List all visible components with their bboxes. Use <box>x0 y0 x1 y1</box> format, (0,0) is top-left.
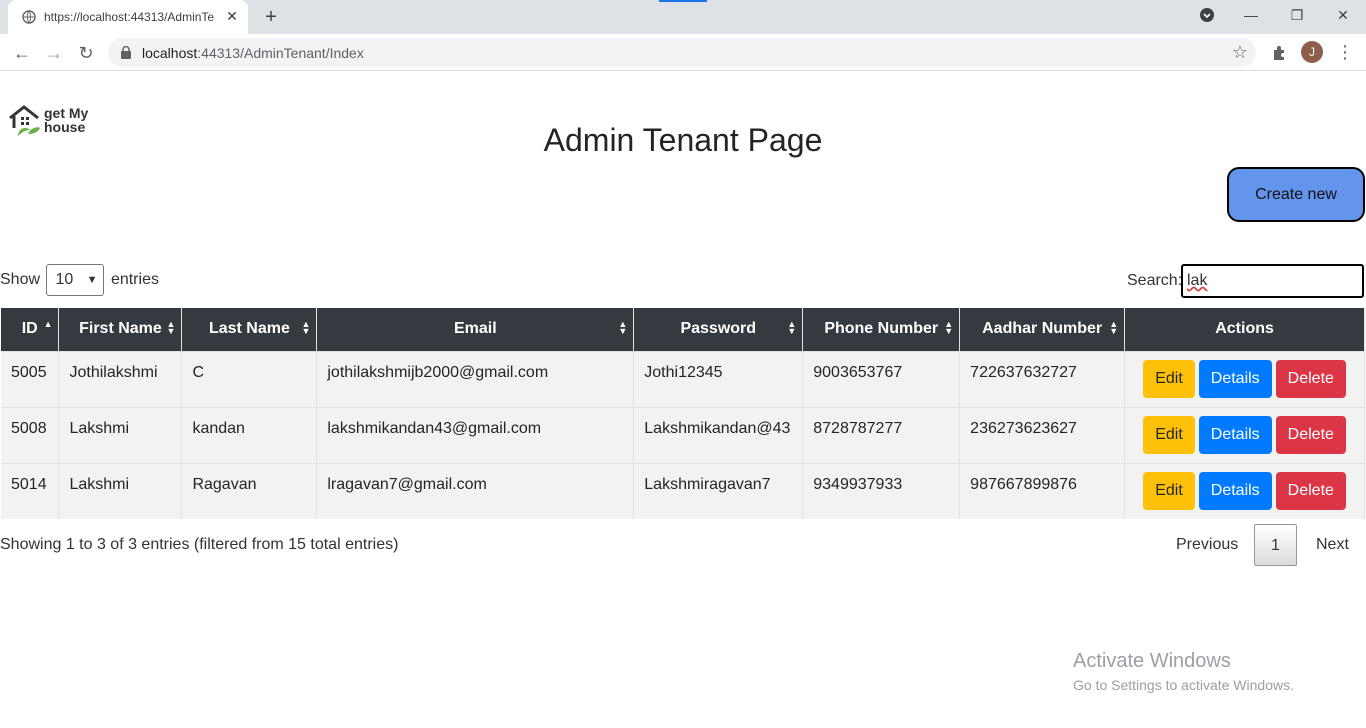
column-header-email[interactable]: Email ▲ ▼ <box>316 308 635 351</box>
cell-id: 5014 <box>1 462 60 519</box>
watermark-title: Activate Windows <box>1073 650 1231 672</box>
entries-select[interactable]: 10 ▼ <box>46 264 105 296</box>
table-info: Showing 1 to 3 of 3 entries (filtered fr… <box>0 536 399 553</box>
cell-phone: 9349937933 <box>802 462 961 519</box>
column-header-actions: Actions <box>1124 308 1365 351</box>
delete-button[interactable]: Delete <box>1275 471 1346 510</box>
delete-button[interactable]: Delete <box>1275 415 1346 454</box>
minimize-icon[interactable]: — <box>1240 4 1262 26</box>
sort-icon: ▲ ▼ <box>166 319 176 336</box>
sort-icon: ▲ ▼ <box>1109 319 1119 336</box>
chevron-down-icon: ▼ <box>86 274 98 286</box>
cell-phone: 9003653767 <box>802 350 961 407</box>
sort-icon: ▲ ▼ <box>618 319 628 336</box>
browser-toolbar: ← → ↻ localhost:44313/AdminTenant/Index … <box>0 34 1366 71</box>
bookmark-star-icon[interactable]: ☆ <box>1232 42 1248 63</box>
entries-label: entries <box>110 271 159 289</box>
cell-password: Lakshmiragavan7 <box>633 462 804 519</box>
new-tab-icon[interactable]: + <box>260 6 282 28</box>
search-input[interactable]: lak <box>1181 264 1364 298</box>
cell-phone: 8728787277 <box>802 406 961 463</box>
column-header-aadhar-number[interactable]: Aadhar Number ▲ ▼ <box>959 308 1126 351</box>
cell-aadhar: 987667899876 <box>959 462 1126 519</box>
column-header-id[interactable]: ID ▲ <box>1 308 60 351</box>
delete-button[interactable]: Delete <box>1275 359 1346 398</box>
tab-close-icon[interactable]: ✕ <box>224 8 240 24</box>
tenant-table: ID ▲ First Name ▲ ▼ Last Name ▲ ▼ Email ▲ ▼ Pas… <box>1 308 1365 519</box>
column-header-phone-number[interactable]: Phone Number ▲ ▼ <box>802 308 961 351</box>
show-label: Show <box>0 271 41 289</box>
profile-avatar[interactable]: J <box>1301 41 1323 63</box>
forward-arrow-icon[interactable]: → <box>42 41 66 65</box>
address-bar[interactable]: localhost:44313/AdminTenant/Index ☆ <box>108 38 1256 67</box>
close-window-icon[interactable]: ✕ <box>1332 4 1354 26</box>
cell-password: Lakshmikandan@43 <box>633 406 804 463</box>
table-row: 5014 Lakshmi Ragavan lragavan7@gmail.com… <box>1 462 1365 519</box>
tab-strip-accent <box>659 0 707 2</box>
page-title: Admin Tenant Page <box>543 122 823 158</box>
column-header-password[interactable]: Password ▲ ▼ <box>633 308 804 351</box>
tab-title: https://localhost:44313/AdminTe <box>44 10 215 24</box>
pagination-page-1[interactable]: 1 <box>1254 524 1297 566</box>
watermark-subtitle: Go to Settings to activate Windows. <box>1073 677 1294 693</box>
cell-aadhar: 236273623627 <box>959 406 1126 463</box>
sort-asc-icon: ▲ <box>43 319 53 329</box>
back-arrow-icon[interactable]: ← <box>10 41 34 65</box>
entries-length-control: Show 10 ▼ entries <box>0 264 159 296</box>
browser-menu-icon[interactable]: ⋮ <box>1336 40 1354 64</box>
pagination-previous[interactable]: Previous <box>1176 524 1238 566</box>
browser-tab-strip: https://localhost:44313/AdminTe ✕ + — ❐ … <box>0 0 1366 34</box>
url-text: localhost:44313/AdminTenant/Index <box>142 45 364 61</box>
cell-first-name: Jothilakshmi <box>58 350 183 407</box>
windows-activation-watermark: Activate Windows Go to Settings to activ… <box>1073 650 1294 693</box>
pagination-next[interactable]: Next <box>1316 524 1349 566</box>
cell-password: Jothi12345 <box>633 350 804 407</box>
column-header-first-name[interactable]: First Name ▲ ▼ <box>58 308 183 351</box>
cell-last-name: Ragavan <box>181 462 318 519</box>
cell-email: lragavan7@gmail.com <box>316 462 635 519</box>
lock-icon <box>121 46 131 59</box>
extensions-puzzle-icon[interactable] <box>1270 43 1290 63</box>
details-button[interactable]: Details <box>1198 359 1272 398</box>
table-row: 5008 Lakshmi kandan lakshmikandan43@gmai… <box>1 406 1365 463</box>
cell-first-name: Lakshmi <box>58 406 183 463</box>
browser-tab-active[interactable]: https://localhost:44313/AdminTe ✕ <box>8 0 248 34</box>
cell-aadhar: 722637632727 <box>959 350 1126 407</box>
sort-icon: ▲ ▼ <box>787 319 797 336</box>
details-button[interactable]: Details <box>1198 471 1272 510</box>
cell-last-name: C <box>181 350 318 407</box>
table-search: Search: lak <box>1127 264 1364 298</box>
cell-id: 5008 <box>1 406 60 463</box>
edit-button[interactable]: Edit <box>1143 415 1195 454</box>
column-header-last-name[interactable]: Last Name ▲ ▼ <box>181 308 318 351</box>
reload-icon[interactable]: ↻ <box>74 41 98 65</box>
cell-email: lakshmikandan43@gmail.com <box>316 406 635 463</box>
cell-email: jothilakshmijb2000@gmail.com <box>316 350 635 407</box>
sort-icon: ▲ ▼ <box>301 319 311 336</box>
edit-button[interactable]: Edit <box>1143 359 1195 398</box>
tab-search-icon[interactable] <box>1196 4 1218 26</box>
table-row: 5005 Jothilakshmi C jothilakshmijb2000@g… <box>1 350 1365 407</box>
restore-icon[interactable]: ❐ <box>1286 4 1308 26</box>
globe-icon <box>22 10 36 24</box>
edit-button[interactable]: Edit <box>1143 471 1195 510</box>
details-button[interactable]: Details <box>1198 415 1272 454</box>
cell-last-name: kandan <box>181 406 318 463</box>
sort-icon: ▲ ▼ <box>944 319 954 336</box>
cell-id: 5005 <box>1 350 60 407</box>
cell-actions: Edit Details Delete <box>1124 462 1365 519</box>
cell-first-name: Lakshmi <box>58 462 183 519</box>
create-new-button[interactable]: Create new <box>1227 167 1365 222</box>
cell-actions: Edit Details Delete <box>1124 350 1365 407</box>
table-header-row: ID ▲ First Name ▲ ▼ Last Name ▲ ▼ Email ▲ ▼ Pas… <box>1 308 1365 351</box>
search-label: Search: <box>1127 272 1183 289</box>
cell-actions: Edit Details Delete <box>1124 406 1365 463</box>
